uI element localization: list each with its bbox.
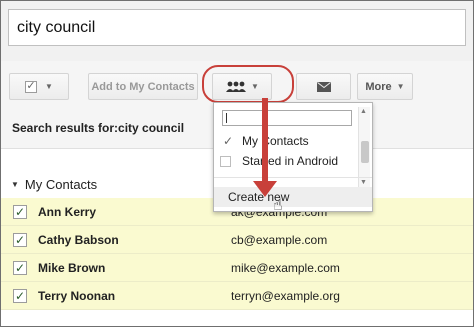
- create-new-group-item[interactable]: Create new: [214, 187, 372, 207]
- add-to-my-contacts-button[interactable]: Add to My Contacts: [88, 73, 198, 100]
- contact-name[interactable]: Ann Kerry: [38, 205, 96, 219]
- menu-item-label: My Contacts: [242, 134, 309, 148]
- annotation-arrow: [262, 98, 268, 186]
- group-filter-input[interactable]: [222, 110, 352, 126]
- scroll-down-icon[interactable]: ▼: [360, 179, 367, 186]
- email-button[interactable]: [296, 73, 351, 100]
- contact-name[interactable]: Mike Brown: [38, 261, 105, 275]
- group-header-my-contacts[interactable]: ▼ My Contacts: [11, 177, 97, 192]
- groups-dropdown-menu: ▲ ▼ ✓ My Contacts Starred in Android Cre…: [213, 102, 373, 212]
- checkmark-icon: ✓: [25, 80, 38, 93]
- select-all-button[interactable]: ✓ ▼: [9, 73, 69, 100]
- more-button[interactable]: More ▼: [357, 73, 413, 100]
- unchecked-box-icon: [220, 155, 231, 167]
- menu-divider: [214, 177, 372, 178]
- results-title: Search results for:city council: [12, 121, 185, 135]
- collapse-triangle-icon: ▼: [11, 180, 19, 189]
- text-cursor: [226, 113, 227, 123]
- dropdown-scrollbar[interactable]: ▲ ▼: [358, 107, 370, 187]
- group-label: My Contacts: [24, 177, 98, 192]
- more-label: More: [365, 80, 392, 93]
- checkmark-icon: ✓: [222, 134, 234, 148]
- row-checkbox[interactable]: ✓: [13, 289, 27, 303]
- search-input[interactable]: city council: [8, 9, 466, 46]
- contact-email[interactable]: cb@example.com: [231, 233, 327, 247]
- hand-cursor-icon: ☝: [273, 197, 283, 214]
- contact-email[interactable]: mike@example.com: [231, 261, 340, 275]
- table-row[interactable]: ✓ Mike Brown mike@example.com: [1, 254, 473, 282]
- menu-item-my-contacts[interactable]: ✓ My Contacts: [214, 131, 356, 151]
- row-checkbox[interactable]: ✓: [13, 205, 27, 219]
- menu-item-starred-in-android[interactable]: Starred in Android: [214, 151, 356, 171]
- scroll-up-icon[interactable]: ▲: [360, 108, 367, 115]
- scrollbar-thumb[interactable]: [361, 141, 369, 163]
- annotation-highlight-ring: [202, 65, 294, 103]
- table-row[interactable]: ✓ Terry Noonan terryn@example.org: [1, 282, 473, 310]
- menu-item-label: Starred in Android: [242, 154, 339, 168]
- contact-name[interactable]: Cathy Babson: [38, 233, 119, 247]
- chevron-down-icon: ▼: [396, 82, 405, 91]
- contact-email[interactable]: terryn@example.org: [231, 289, 340, 303]
- chevron-down-icon: ▼: [45, 82, 53, 91]
- envelope-icon: [316, 81, 331, 92]
- table-row[interactable]: ✓ Cathy Babson cb@example.com: [1, 226, 473, 254]
- row-checkbox[interactable]: ✓: [13, 261, 27, 275]
- row-checkbox[interactable]: ✓: [13, 233, 27, 247]
- contact-name[interactable]: Terry Noonan: [38, 289, 115, 303]
- app-window: city council ✓ ▼ Add to My Contacts ▼ Mo…: [0, 0, 474, 327]
